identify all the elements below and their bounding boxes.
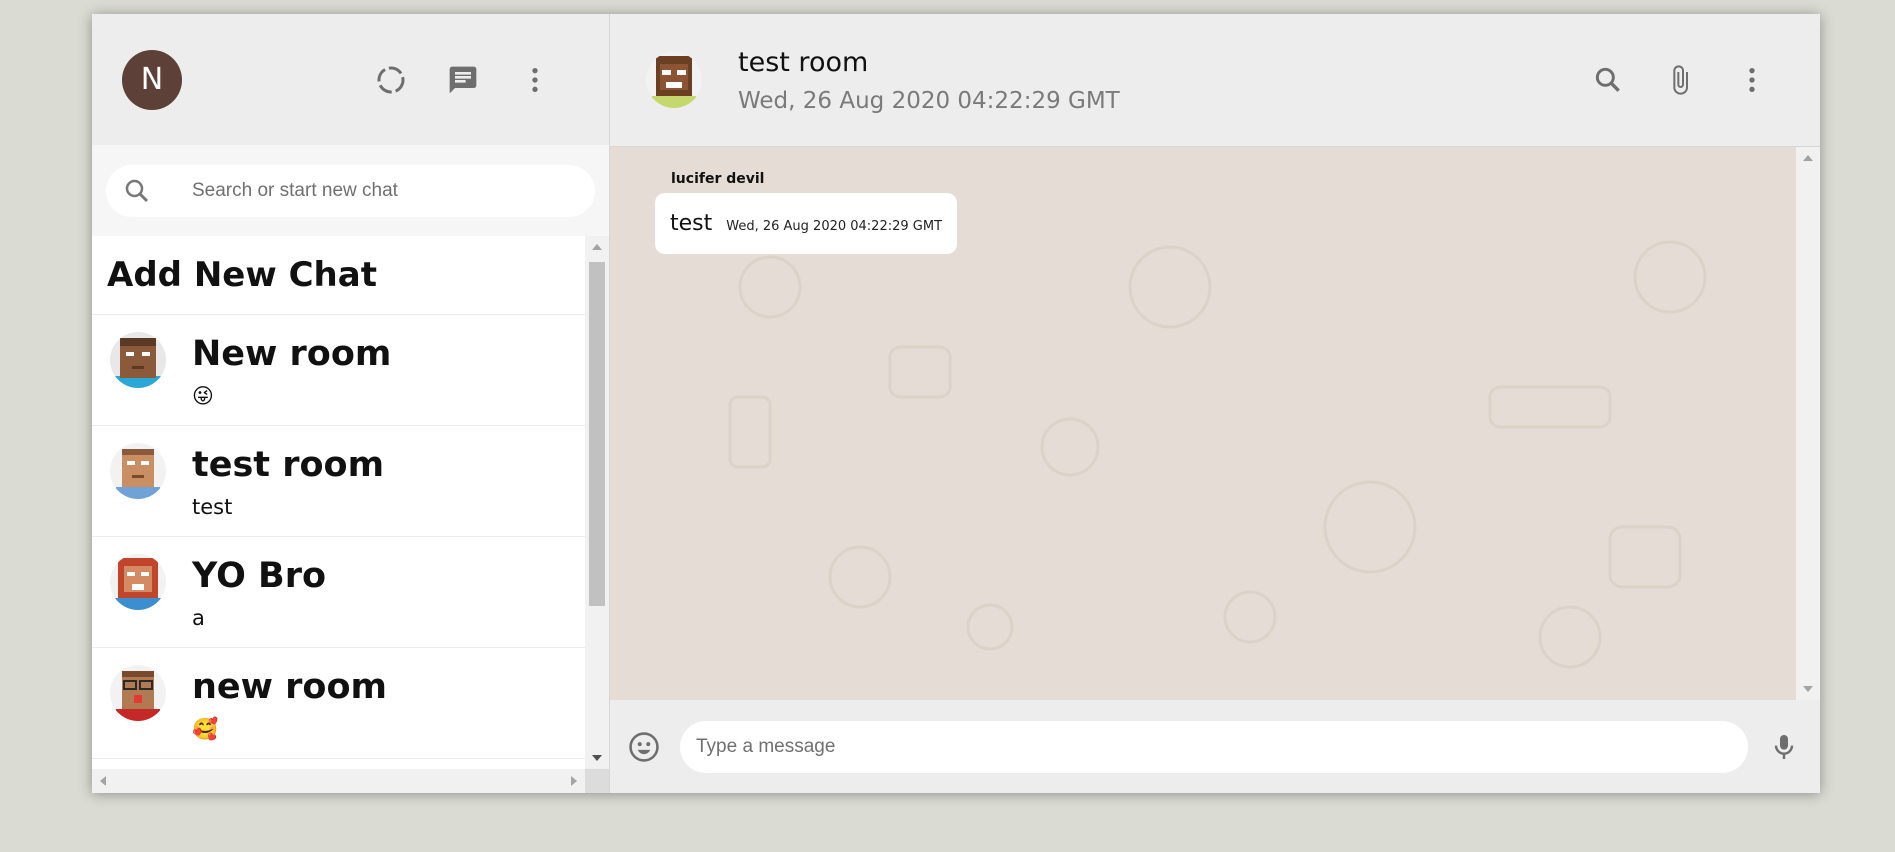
chat-name: YO Bro (192, 556, 327, 596)
chat-header-icons (1590, 62, 1770, 98)
scroll-down-arrow[interactable] (1803, 686, 1813, 692)
search-icon (1595, 67, 1620, 92)
chat-avatar (110, 665, 166, 721)
search-input[interactable] (192, 179, 492, 202)
emoji-icon (629, 731, 659, 762)
sidebar-header: N (92, 14, 609, 145)
chat-avatar (110, 554, 166, 610)
message: lucifer devil test Wed, 26 Aug 2020 04:2… (655, 171, 958, 254)
scroll-right-arrow[interactable] (571, 776, 577, 786)
chat-avatar (110, 332, 166, 388)
search-icon (125, 179, 149, 202)
user-avatar[interactable]: N (122, 49, 182, 110)
room-avatar[interactable] (646, 52, 702, 108)
chat-list: Add New Chat New room 😜 test room test Y… (92, 236, 609, 793)
chat-name: new room (192, 667, 387, 707)
chat-menu-button[interactable] (1734, 62, 1770, 98)
chat-item-new-room-2[interactable]: new room 🥰 (92, 648, 585, 759)
scroll-thumb[interactable] (589, 262, 605, 606)
app-window: N Search or start new chat Add New Chat … (92, 14, 1820, 793)
scroll-down-arrow[interactable] (592, 755, 602, 761)
sidebar: N Search or start new chat Add New Chat … (92, 14, 610, 793)
message-timestamp: Wed, 26 Aug 2020 04:22:29 GMT (726, 219, 943, 234)
search-container (92, 145, 609, 236)
chat-last-seen: Wed, 26 Aug 2020 04:22:29 GMT (738, 87, 1120, 114)
scrollbar-corner (585, 769, 609, 793)
status-icon (377, 66, 405, 93)
messages-scrollbar[interactable] (1796, 147, 1820, 700)
chat-info: New room 😜 (192, 332, 391, 410)
message-input[interactable] (696, 735, 1748, 758)
chat-header: test room Wed, 26 Aug 2020 04:22:29 GMT (610, 14, 1820, 147)
chat-last-message: 😜 (192, 384, 214, 408)
search-box (106, 164, 595, 217)
chat-info: YO Bro a (192, 554, 326, 632)
messages-area: lucifer devil test Wed, 26 Aug 2020 04:2… (610, 147, 1820, 700)
chat-search-button[interactable] (1590, 62, 1626, 98)
chat-last-message: 🥰 (192, 717, 219, 741)
chat-name: test room (192, 445, 385, 485)
message-composer (610, 700, 1820, 793)
scroll-up-arrow[interactable] (592, 244, 602, 250)
chat-room-title: test room (738, 46, 869, 78)
more-vert-icon (1749, 68, 1755, 92)
scroll-up-arrow[interactable] (1803, 155, 1813, 161)
add-new-chat-button[interactable]: Add New Chat (92, 236, 585, 315)
message-input-box (680, 720, 1748, 773)
attach-icon (1673, 65, 1688, 95)
new-chat-button[interactable] (445, 62, 481, 98)
chat-name: New room (192, 334, 392, 374)
add-new-chat-label: Add New Chat (107, 255, 377, 295)
chat-icon (449, 66, 477, 93)
chat-panel: test room Wed, 26 Aug 2020 04:22:29 GMT (610, 14, 1820, 793)
sidebar-menu-button[interactable] (517, 62, 553, 98)
status-button[interactable] (373, 62, 409, 98)
chat-header-titles: test room Wed, 26 Aug 2020 04:22:29 GMT (738, 47, 1120, 114)
mic-button[interactable] (1766, 729, 1802, 765)
more-vert-icon (532, 67, 538, 92)
emoji-button[interactable] (626, 729, 662, 765)
message-author: lucifer devil (671, 171, 765, 187)
chat-item-new-room[interactable]: New room 😜 (92, 315, 585, 426)
chat-list-content: Add New Chat New room 😜 test room test Y… (92, 236, 585, 769)
chat-list-horizontal-scrollbar[interactable] (92, 769, 609, 793)
message-text: test (670, 211, 713, 236)
chat-item-yo-bro[interactable]: YO Bro a (92, 537, 585, 648)
sidebar-header-icons (373, 62, 553, 98)
chat-info: new room 🥰 (192, 665, 387, 743)
message-bubble[interactable]: test Wed, 26 Aug 2020 04:22:29 GMT (655, 193, 958, 254)
chat-last-message: test (192, 495, 233, 519)
chat-last-message: a (192, 606, 205, 630)
scroll-left-arrow[interactable] (100, 776, 106, 786)
chat-info: test room test (192, 443, 384, 521)
chat-avatar (110, 443, 166, 499)
attach-button[interactable] (1662, 62, 1698, 98)
mic-icon (1774, 734, 1794, 759)
chat-list-scrollbar[interactable] (585, 236, 609, 769)
chat-item-test-room[interactable]: test room test (92, 426, 585, 537)
